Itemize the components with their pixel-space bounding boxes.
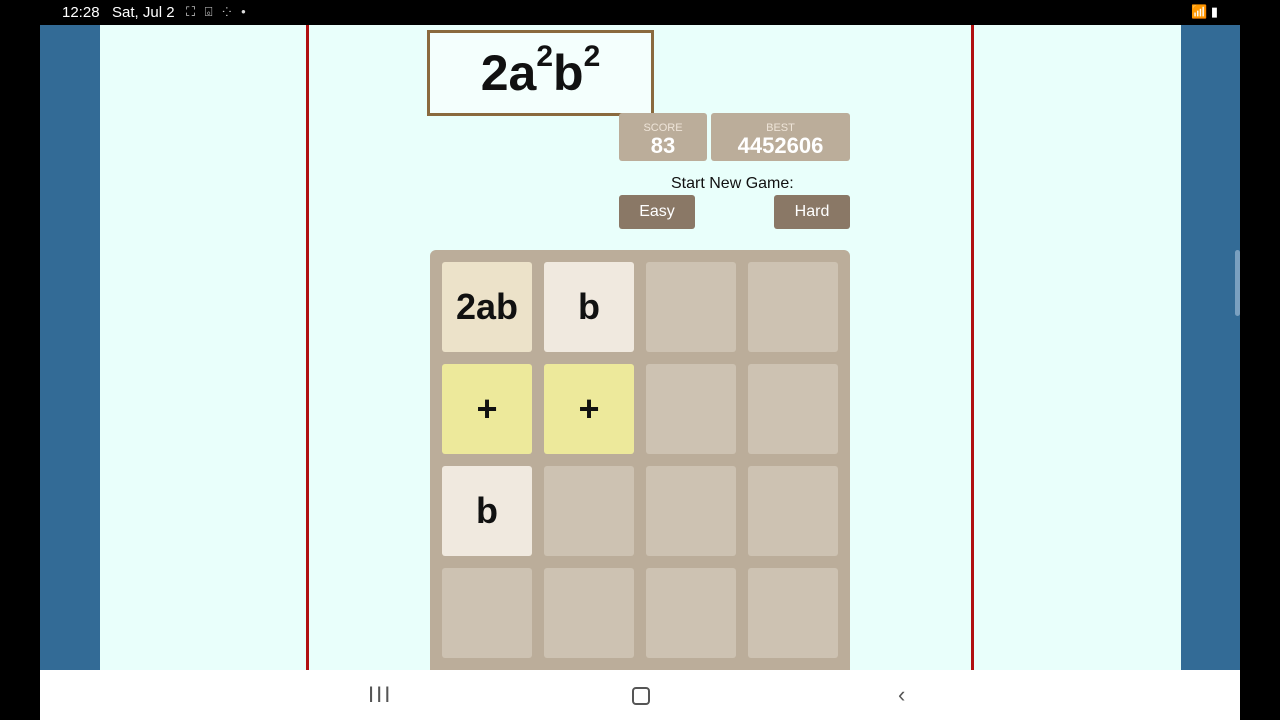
cell-r1c4 <box>748 262 838 352</box>
cell-r4c3 <box>646 568 736 658</box>
new-game-label: Start New Game: <box>671 175 794 192</box>
score-box: SCORE 83 <box>619 113 707 161</box>
home-button[interactable] <box>632 687 650 705</box>
target-expression-box: 2a2b2 <box>427 30 654 116</box>
left-bezel <box>0 25 40 720</box>
date: Sat, Jul 2 <box>112 4 175 21</box>
best-value: 4452606 <box>737 133 824 158</box>
game-board[interactable]: 2ab b + + b <box>430 250 850 670</box>
cell-r3c2 <box>544 466 634 556</box>
target-mid: b <box>553 45 584 101</box>
cell-r2c4 <box>748 364 838 454</box>
cell-r1c3 <box>646 262 736 352</box>
target-exponent-a: 2 <box>536 40 554 74</box>
android-nav-bar: III ‹ <box>40 670 1240 720</box>
target-exponent-b: 2 <box>583 40 601 74</box>
target-expression: 2a2b2 <box>480 40 601 102</box>
status-bar: 12:28 Sat, Jul 2 ⛶ ⌻ ⁘ • 📶 ▮ <box>0 0 1280 25</box>
hard-button[interactable]: Hard <box>774 195 850 229</box>
cell-r3c3 <box>646 466 736 556</box>
left-red-divider <box>306 25 309 670</box>
game-page: 2a2b2 SCORE 83 BEST 4452606 Start New Ga… <box>100 25 1181 670</box>
cell-r3c4 <box>748 466 838 556</box>
left-side-panel <box>40 25 100 670</box>
right-side-panel <box>1181 25 1240 670</box>
tile-r2c2: + <box>544 364 634 454</box>
right-bezel <box>1240 25 1280 720</box>
tile-r1c2: b <box>544 262 634 352</box>
best-score-box: BEST 4452606 <box>711 113 850 161</box>
tile-r3c1: b <box>442 466 532 556</box>
tile-r2c1: + <box>442 364 532 454</box>
cell-r4c4 <box>748 568 838 658</box>
cell-r4c1 <box>442 568 532 658</box>
tile-r1c1: 2ab <box>442 262 532 352</box>
easy-button[interactable]: Easy <box>619 195 695 229</box>
back-button[interactable]: ‹ <box>898 682 905 708</box>
cell-r2c3 <box>646 364 736 454</box>
target-base: 2a <box>480 45 537 101</box>
right-red-divider <box>971 25 974 670</box>
score-value: 83 <box>650 133 676 158</box>
cell-r4c2 <box>544 568 634 658</box>
clock: 12:28 <box>62 4 100 21</box>
system-icons: 📶 ▮ <box>1191 4 1218 19</box>
recent-apps-button[interactable]: III <box>368 682 392 708</box>
notification-icons: ⛶ ⌻ ⁘ • <box>186 4 249 19</box>
scrollbar-thumb[interactable] <box>1235 250 1240 316</box>
